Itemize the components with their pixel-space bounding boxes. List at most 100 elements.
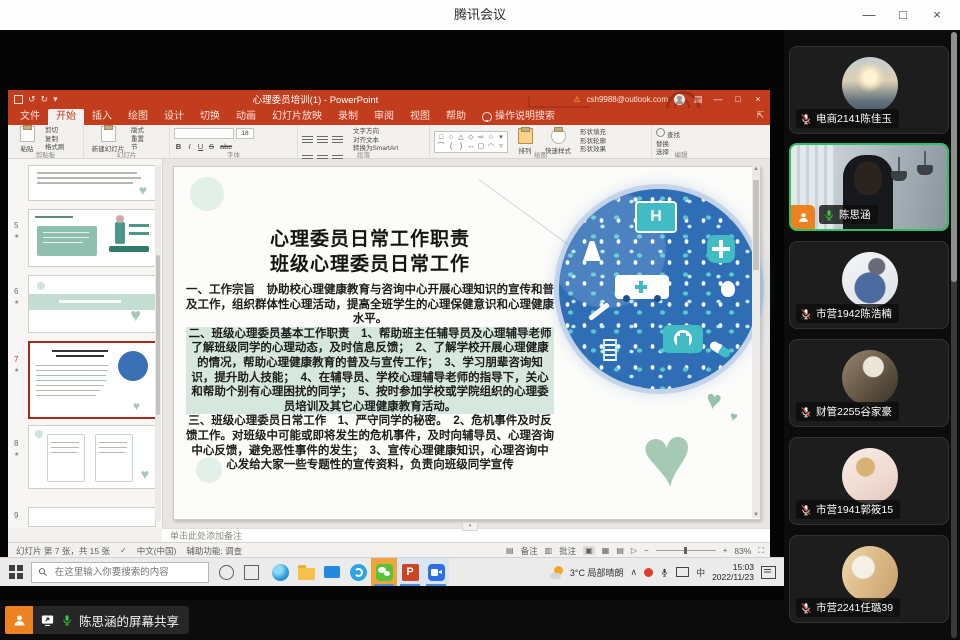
notes-split-handle[interactable]: ▾: [462, 522, 478, 531]
tab-insert[interactable]: 插入: [84, 109, 120, 125]
sidebar-scrollbar[interactable]: [951, 32, 957, 638]
clock[interactable]: 15:03 2022/11/23: [712, 562, 754, 582]
zoom-slider[interactable]: [656, 550, 716, 551]
participant-tile[interactable]: 市营2241任璐39: [789, 535, 949, 623]
copy-button[interactable]: 复制: [45, 136, 65, 144]
participant-tile[interactable]: 财管2255谷家豪: [789, 339, 949, 427]
thumbnail-slide-5[interactable]: [28, 209, 156, 267]
reading-view-icon[interactable]: ▤: [616, 546, 624, 555]
taskbar-edge-icon[interactable]: [267, 558, 293, 586]
avatar: [842, 448, 898, 504]
ribbon: 粘贴 剪切 复制 格式刷 剪贴板 新建幻灯片: [8, 125, 770, 159]
tray-alert-icon[interactable]: [644, 568, 653, 577]
thumbnail-slide-9[interactable]: [28, 507, 156, 527]
ribbon-collapse-icon[interactable]: ⇱: [756, 110, 764, 121]
thumbnail-slide-4[interactable]: ♥: [28, 165, 156, 201]
cut-button[interactable]: 剪切: [45, 127, 65, 135]
tab-transitions[interactable]: 切换: [192, 109, 228, 125]
find-button[interactable]: 查找: [656, 128, 706, 140]
save-icon[interactable]: [14, 95, 23, 104]
normal-view-icon[interactable]: ▣: [583, 546, 595, 555]
language-indicator[interactable]: 中文(中国): [137, 545, 177, 557]
layout-button[interactable]: 版式: [131, 127, 144, 135]
taskbar-search[interactable]: [31, 562, 209, 583]
zoom-out-icon[interactable]: −: [644, 546, 649, 555]
tab-slideshow[interactable]: 幻灯片放映: [264, 109, 330, 125]
participant-tile-active-speaker[interactable]: 陈思涵: [789, 143, 949, 231]
indent-icon[interactable]: [332, 136, 343, 144]
tab-home[interactable]: 开始: [48, 109, 84, 125]
hidden-icons-chevron[interactable]: ∧: [630, 567, 637, 578]
slideshow-icon[interactable]: ▷: [631, 546, 637, 555]
tab-file[interactable]: 文件: [12, 109, 48, 125]
redo-icon[interactable]: ↻: [41, 94, 49, 105]
slide-canvas[interactable]: 心理委员日常工作职责 班级心理委员日常工作 一、工作宗旨 协助校心理健康教育与咨…: [173, 166, 761, 520]
window-controls: — □ ×: [852, 0, 954, 30]
account-avatar[interactable]: [674, 94, 685, 105]
shape-fill-button[interactable]: 形状填充: [580, 129, 606, 137]
replace-button[interactable]: 替换: [656, 141, 706, 149]
zoom-in-icon[interactable]: +: [723, 546, 728, 555]
tray-mic-icon[interactable]: [660, 567, 669, 578]
tab-record[interactable]: 录制: [330, 109, 366, 125]
taskbar-meeting-icon[interactable]: [423, 558, 449, 586]
text-direction-button[interactable]: 文字方向: [353, 128, 398, 136]
comments-toggle[interactable]: 批注: [559, 545, 576, 557]
align-text-button[interactable]: 对齐文本: [353, 137, 398, 145]
close-icon[interactable]: ×: [920, 0, 954, 30]
start-button[interactable]: [9, 565, 23, 579]
weather-label[interactable]: 3°C 局部晴朗: [570, 566, 624, 579]
taskbar-browser-icon[interactable]: [345, 558, 371, 586]
tab-animations[interactable]: 动画: [228, 109, 264, 125]
tray-display-icon[interactable]: [676, 567, 689, 577]
taskbar-explorer-icon[interactable]: [293, 558, 319, 586]
ime-indicator[interactable]: 中: [696, 566, 705, 579]
tab-view[interactable]: 视图: [402, 109, 438, 125]
spellcheck-icon[interactable]: ✓: [120, 546, 127, 555]
thumbnail-scrollbar[interactable]: [155, 165, 161, 521]
notes-toggle[interactable]: 备注: [521, 545, 538, 557]
tab-help[interactable]: 帮助: [438, 109, 474, 125]
tell-me-search[interactable]: 操作说明搜索: [474, 109, 563, 125]
undo-icon[interactable]: ↺: [28, 94, 36, 105]
participant-tile[interactable]: 市营1942陈浩楠: [789, 241, 949, 329]
ppt-close-icon[interactable]: ×: [751, 94, 765, 104]
thumbnail-slide-8[interactable]: ♥: [28, 425, 156, 489]
slide-scrollbar[interactable]: ▲ ▼: [752, 166, 760, 518]
zoom-level[interactable]: 83%: [734, 546, 751, 556]
maximize-icon[interactable]: □: [886, 0, 920, 30]
participant-tile[interactable]: 市营1941郭筱15: [789, 437, 949, 525]
account-email[interactable]: csh9988@outlook.com: [587, 95, 669, 104]
tab-draw[interactable]: 绘图: [120, 109, 156, 125]
tab-review[interactable]: 审阅: [366, 109, 402, 125]
shape-outline-button[interactable]: 形状轮廓: [580, 138, 606, 146]
font-name-box[interactable]: [174, 128, 234, 139]
reset-button[interactable]: 重置: [131, 136, 144, 144]
minimize-icon[interactable]: —: [852, 0, 886, 30]
notes-bar[interactable]: ▾ 单击此处添加备注: [162, 528, 770, 543]
slide-sorter-icon[interactable]: ▦: [602, 546, 610, 555]
mic-muted-icon: [800, 406, 812, 418]
taskbar-wechat-icon[interactable]: [371, 558, 397, 586]
thumbnail-slide-7-selected[interactable]: ♥: [28, 341, 158, 419]
tab-design[interactable]: 设计: [156, 109, 192, 125]
slide-paragraph-1: 一、工作宗旨 协助校心理健康教育与咨询中心开展心理知识的宣传和普及工作，组织群体…: [186, 283, 554, 327]
taskbar-mail-icon[interactable]: [319, 558, 345, 586]
numbering-icon[interactable]: [317, 136, 328, 144]
cortana-icon[interactable]: [219, 565, 234, 580]
search-input[interactable]: [53, 566, 202, 579]
fit-to-window-icon[interactable]: ⛶: [758, 546, 764, 556]
ppt-restore-icon[interactable]: □: [731, 94, 745, 104]
comments-toggle-icon[interactable]: ▥: [545, 546, 553, 555]
action-center-icon[interactable]: [761, 566, 776, 579]
group-editing: 查找 替换 选择 编辑: [652, 125, 710, 159]
taskbar-powerpoint-icon[interactable]: P: [397, 558, 423, 586]
bullets-icon[interactable]: [302, 136, 313, 144]
notes-toggle-icon[interactable]: ▤: [506, 546, 514, 555]
task-view-icon[interactable]: [244, 565, 259, 580]
participant-tile[interactable]: 电商2141陈佳玉: [789, 46, 949, 134]
font-size-box[interactable]: 18: [236, 128, 254, 139]
ppt-minimize-icon[interactable]: —: [711, 94, 725, 104]
thumbnail-slide-6[interactable]: ♥: [28, 275, 156, 333]
accessibility-status[interactable]: 辅助功能: 调查: [186, 545, 242, 557]
